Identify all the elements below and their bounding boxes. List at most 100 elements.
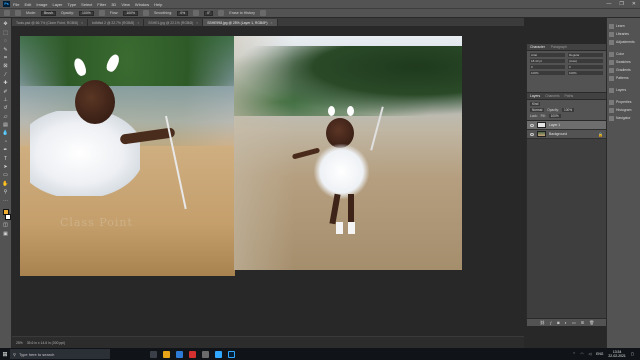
menu-window[interactable]: Window bbox=[135, 2, 149, 7]
tab-tools-psd[interactable]: Tools.psd @ 66.7% (Clone Point, RGB/8) × bbox=[12, 19, 89, 26]
quick-mask-icon[interactable]: ◫ bbox=[2, 223, 9, 229]
pressure-opacity-icon[interactable] bbox=[98, 10, 105, 16]
zoom-tool-icon[interactable]: ⚲ bbox=[2, 190, 9, 196]
font-family-select[interactable]: Arial bbox=[530, 53, 565, 57]
photoshop-taskbar-icon[interactable] bbox=[215, 350, 222, 358]
folder-icon[interactable]: ▭ bbox=[572, 320, 576, 325]
strip-patterns[interactable]: Patterns bbox=[607, 74, 640, 82]
layer-filter-select[interactable]: Kind bbox=[530, 102, 541, 106]
opera-browser-icon[interactable] bbox=[189, 350, 196, 358]
canvas-area[interactable]: Class Point bbox=[12, 26, 524, 336]
strip-histogram[interactable]: Histogram bbox=[607, 106, 640, 114]
tab-paragraph[interactable]: Paragraph bbox=[551, 45, 567, 49]
tab-character[interactable]: Character bbox=[530, 45, 545, 49]
menu-help[interactable]: Help bbox=[154, 2, 162, 7]
photoshop-active-taskbar-icon[interactable] bbox=[228, 350, 235, 358]
strip-gradients[interactable]: Gradients bbox=[607, 66, 640, 74]
path-selection-tool-icon[interactable]: ➤ bbox=[2, 165, 9, 171]
tracking-field[interactable]: 0 bbox=[568, 65, 603, 69]
edge-browser-icon[interactable] bbox=[176, 350, 183, 358]
notifications-icon[interactable]: ▢ bbox=[631, 352, 634, 356]
close-button[interactable]: ✕ bbox=[632, 1, 636, 7]
move-tool-icon[interactable]: ✥ bbox=[2, 22, 9, 28]
menu-layer[interactable]: Layer bbox=[52, 2, 62, 7]
adjustment-icon[interactable]: ◐ bbox=[565, 320, 567, 325]
mask-icon[interactable]: ◙ bbox=[557, 320, 559, 325]
document-info[interactable]: 35.6 in x 14.6 in (300 ppi) bbox=[27, 341, 65, 345]
pen-tool-icon[interactable]: ✒ bbox=[2, 148, 9, 154]
font-size-field[interactable]: 18.43 pt bbox=[530, 59, 565, 63]
tab-bdfdfsd[interactable]: bdfdfsd 2 @ 22.7% (RGB/8) × bbox=[88, 19, 145, 26]
vertical-scale-field[interactable]: 100% bbox=[530, 71, 565, 75]
clock[interactable]: 13:34 22-02-2021 bbox=[608, 350, 625, 359]
menu-file[interactable]: File bbox=[13, 2, 19, 7]
menu-3d[interactable]: 3D bbox=[111, 2, 116, 7]
menu-edit[interactable]: Edit bbox=[24, 2, 31, 7]
marquee-tool-icon[interactable]: ⬚ bbox=[2, 30, 9, 36]
opacity-field[interactable]: 100% bbox=[79, 10, 94, 16]
menu-type[interactable]: Type bbox=[68, 2, 77, 7]
strip-learn[interactable]: Learn bbox=[607, 22, 640, 30]
dodge-tool-icon[interactable]: ◔ bbox=[2, 139, 9, 145]
visibility-eye-icon[interactable] bbox=[530, 123, 534, 127]
tab-layers[interactable]: Layers bbox=[530, 94, 540, 98]
eraser-tool-icon[interactable] bbox=[4, 10, 10, 16]
background-color-swatch[interactable] bbox=[5, 214, 11, 221]
blur-tool-icon[interactable]: 💧 bbox=[2, 131, 9, 137]
clone-stamp-tool-icon[interactable]: ⊥ bbox=[2, 97, 9, 104]
lasso-tool-icon[interactable]: ◌ bbox=[2, 39, 9, 45]
network-icon[interactable]: ◠ bbox=[580, 352, 583, 356]
hand-tool-icon[interactable]: ✋ bbox=[2, 181, 9, 187]
strip-swatches[interactable]: Swatches bbox=[607, 58, 640, 66]
angle-field[interactable]: 0° bbox=[204, 10, 214, 16]
brush-tool-icon[interactable]: ✐ bbox=[2, 89, 9, 95]
eyedropper-tool-icon[interactable]: ⁄ bbox=[2, 72, 9, 78]
trash-icon[interactable]: 🗑 bbox=[589, 320, 594, 325]
tray-chevron-icon[interactable]: ⌃ bbox=[573, 352, 576, 356]
windows-start-icon[interactable]: ⊞ bbox=[0, 348, 10, 360]
frame-tool-icon[interactable]: ⊠ bbox=[2, 64, 9, 70]
crop-tool-icon[interactable]: ⌗ bbox=[2, 56, 9, 62]
strip-color[interactable]: Color bbox=[607, 50, 640, 58]
more-tools-icon[interactable]: ⋯ bbox=[2, 198, 9, 204]
zoom-level[interactable]: 25% bbox=[16, 341, 23, 345]
history-brush-tool-icon[interactable]: ↺ bbox=[2, 106, 9, 112]
strip-adjustments[interactable]: Adjustments bbox=[607, 38, 640, 46]
new-layer-icon[interactable]: ⊞ bbox=[581, 320, 584, 325]
layer-row-layer-1[interactable]: Layer 1 bbox=[527, 121, 606, 130]
layer-1-pasted-image[interactable] bbox=[234, 36, 462, 270]
screen-mode-icon[interactable]: ▣ bbox=[2, 231, 9, 237]
type-tool-icon[interactable]: T bbox=[2, 156, 9, 162]
restore-button[interactable]: ❐ bbox=[619, 1, 623, 7]
link-icon[interactable]: ⛓ bbox=[540, 320, 545, 325]
menu-view[interactable]: View bbox=[121, 2, 130, 7]
layer-row-background[interactable]: Background 🔒 bbox=[527, 130, 606, 139]
airbrush-icon[interactable] bbox=[143, 10, 150, 16]
erase-history-checkbox[interactable] bbox=[218, 10, 225, 16]
eraser-tool-icon[interactable]: ▱ bbox=[2, 114, 9, 120]
close-tab-icon[interactable]: × bbox=[196, 21, 198, 25]
menu-filter[interactable]: Filter bbox=[97, 2, 106, 7]
pressure-size-icon[interactable] bbox=[259, 10, 266, 16]
menu-image[interactable]: Image bbox=[36, 2, 47, 7]
close-tab-icon[interactable]: × bbox=[271, 21, 273, 25]
kerning-field[interactable]: 0 bbox=[530, 65, 565, 69]
strip-navigator[interactable]: Navigator bbox=[607, 114, 640, 122]
language-indicator[interactable]: ENG bbox=[596, 352, 603, 356]
fx-icon[interactable]: ƒ bbox=[550, 320, 552, 325]
taskbar-search[interactable]: ⚲ Type here to search bbox=[10, 349, 110, 359]
layer-opacity-field[interactable]: 100% bbox=[561, 108, 575, 112]
horizontal-scale-field[interactable]: 100% bbox=[568, 71, 603, 75]
visibility-eye-icon[interactable] bbox=[530, 132, 534, 136]
strip-properties[interactable]: Properties bbox=[607, 98, 640, 106]
strip-layers[interactable]: Layers bbox=[607, 86, 640, 94]
layer-fill-field[interactable]: 100% bbox=[548, 114, 561, 118]
healing-brush-tool-icon[interactable]: ✚ bbox=[2, 81, 9, 87]
close-tab-icon[interactable]: × bbox=[81, 21, 83, 25]
file-explorer-icon[interactable] bbox=[163, 350, 170, 358]
photoshop-logo[interactable]: Ps bbox=[3, 1, 10, 7]
mode-select[interactable]: Brush bbox=[41, 10, 56, 16]
smoothing-field[interactable]: 0% bbox=[177, 10, 189, 16]
brush-preset-icon[interactable] bbox=[15, 10, 21, 16]
flow-field[interactable]: 100% bbox=[123, 10, 139, 16]
